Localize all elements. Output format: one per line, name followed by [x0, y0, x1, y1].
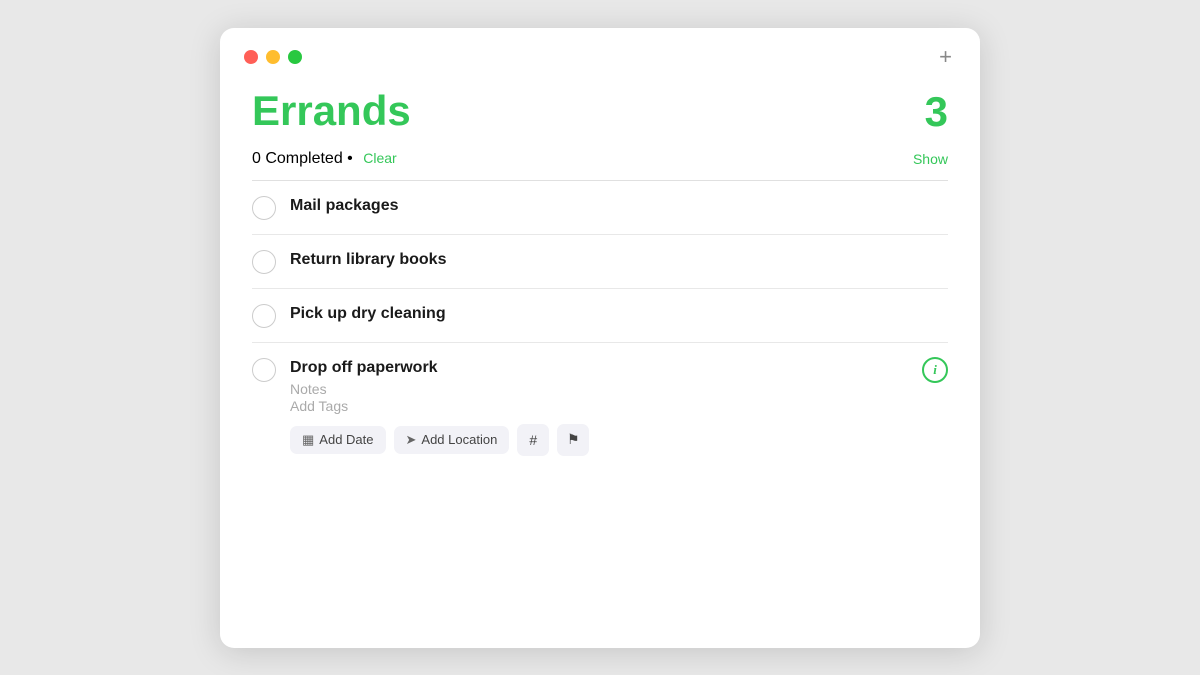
task-checkbox[interactable] — [252, 304, 276, 328]
completed-status: 0 Completed • Clear — [252, 150, 397, 168]
add-location-label: Add Location — [421, 432, 497, 447]
clear-button[interactable]: Clear — [363, 150, 396, 166]
task-checkbox[interactable] — [252, 250, 276, 274]
task-info-button[interactable]: i — [922, 357, 948, 383]
completed-row: 0 Completed • Clear Show — [252, 150, 948, 168]
main-content: Errands 3 0 Completed • Clear Show Mail … — [220, 78, 980, 494]
list-item: Pick up dry cleaning — [252, 289, 948, 343]
task-body: Drop off paperwork Notes Add Tags ▦ Add … — [290, 357, 948, 456]
hashtag-button[interactable]: # — [517, 424, 549, 456]
list-count: 3 — [925, 88, 948, 136]
calendar-icon: ▦ — [302, 432, 314, 448]
titlebar: + — [220, 28, 980, 78]
flag-icon: ⚑ — [567, 431, 580, 448]
app-window: + Errands 3 0 Completed • Clear Show Mai… — [220, 28, 980, 648]
task-actions-bar: ▦ Add Date ➤ Add Location # ⚑ — [290, 424, 948, 456]
add-date-label: Add Date — [319, 432, 373, 447]
traffic-lights — [244, 50, 302, 64]
hashtag-icon: # — [529, 432, 537, 448]
task-name: Drop off paperwork — [290, 357, 948, 379]
maximize-button[interactable] — [288, 50, 302, 64]
task-name: Pick up dry cleaning — [290, 303, 948, 325]
task-checkbox[interactable] — [252, 358, 276, 382]
list-item: Drop off paperwork Notes Add Tags ▦ Add … — [252, 343, 948, 470]
task-checkbox[interactable] — [252, 196, 276, 220]
completed-text: 0 Completed — [252, 150, 343, 167]
show-completed-button[interactable]: Show — [913, 151, 948, 167]
add-date-button[interactable]: ▦ Add Date — [290, 426, 386, 454]
location-icon: ➤ — [406, 432, 417, 448]
task-body: Mail packages — [290, 195, 948, 217]
list-header: Errands 3 — [252, 88, 948, 136]
task-name: Return library books — [290, 249, 948, 271]
info-icon: i — [933, 362, 937, 378]
list-item: Return library books — [252, 235, 948, 289]
close-button[interactable] — [244, 50, 258, 64]
list-title: Errands — [252, 88, 411, 134]
task-tags-placeholder[interactable]: Add Tags — [290, 398, 948, 414]
task-body: Return library books — [290, 249, 948, 271]
flag-button[interactable]: ⚑ — [557, 424, 589, 456]
add-task-button[interactable]: + — [935, 46, 956, 68]
task-list: Mail packages Return library books Pick … — [252, 181, 948, 470]
task-name: Mail packages — [290, 195, 948, 217]
minimize-button[interactable] — [266, 50, 280, 64]
task-body: Pick up dry cleaning — [290, 303, 948, 325]
task-notes-placeholder[interactable]: Notes — [290, 381, 948, 397]
add-location-button[interactable]: ➤ Add Location — [394, 426, 510, 454]
list-item: Mail packages — [252, 181, 948, 235]
